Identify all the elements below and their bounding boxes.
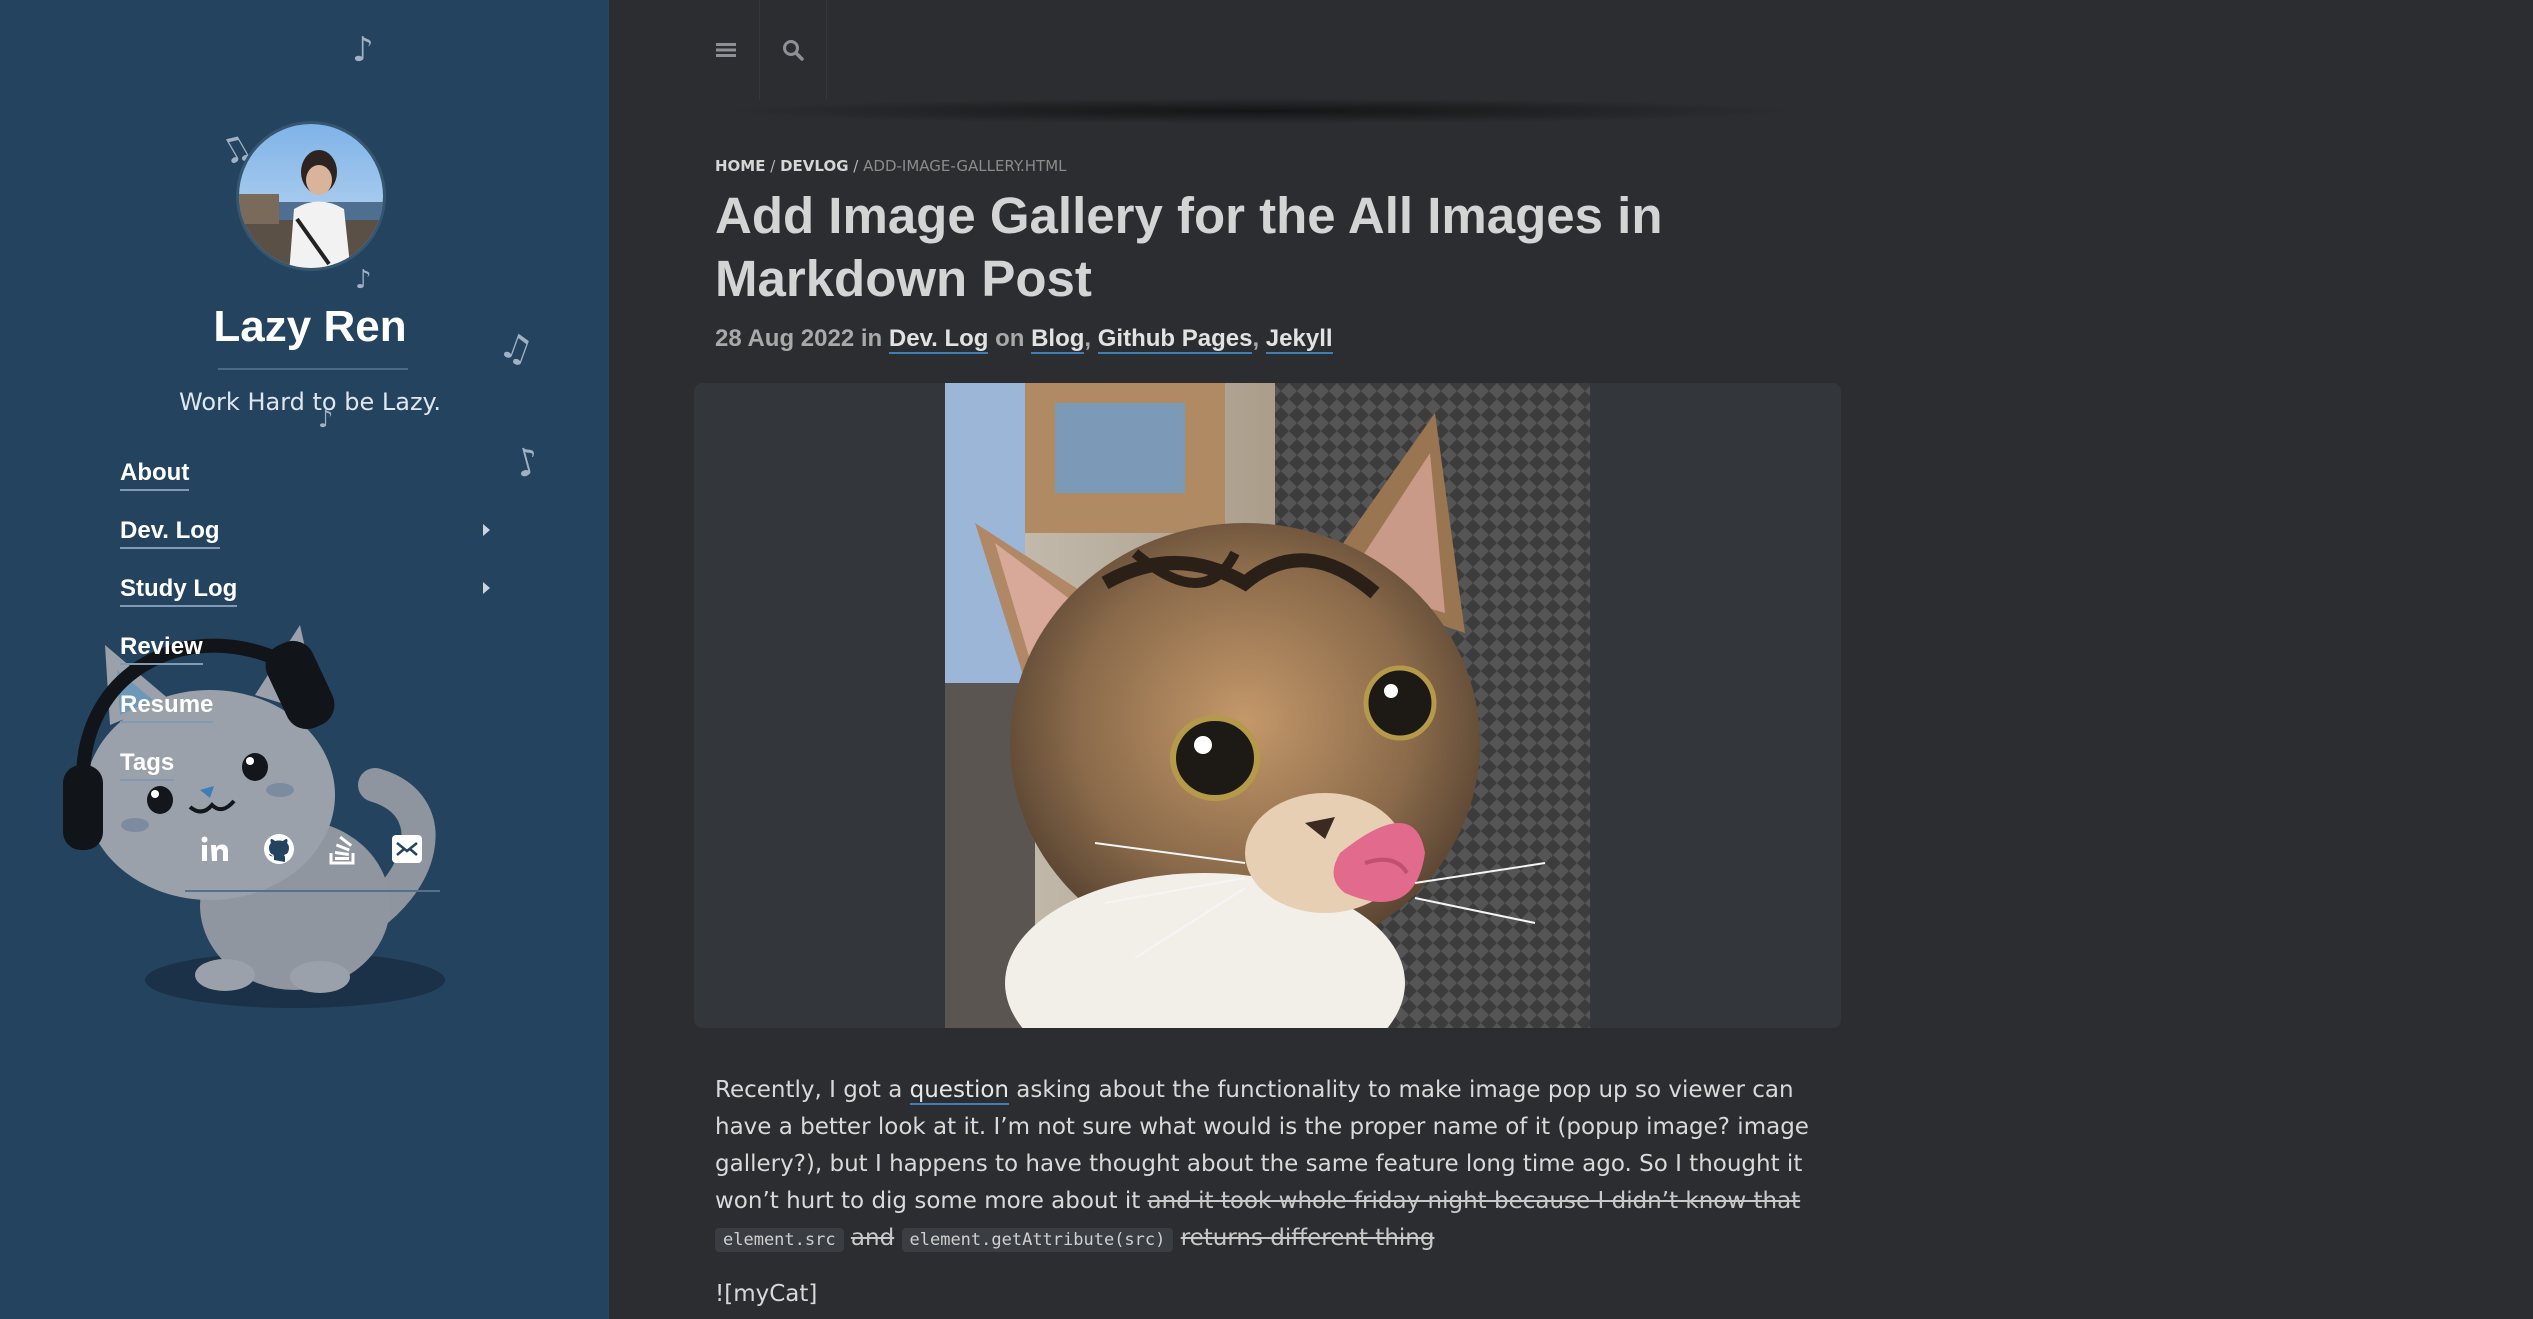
question-link[interactable]: question: [909, 1077, 1009, 1105]
sidebar-item-about[interactable]: About: [120, 446, 490, 504]
inline-code: element.getAttribute(src): [901, 1228, 1174, 1252]
strikethrough-text: and it took whole friday night because I…: [1147, 1188, 1801, 1214]
topbar-separator: [826, 0, 827, 100]
post-meta: 28 Aug 2022 in Dev. Log on Blog, Github …: [715, 325, 1333, 354]
sidebar-item-study-log[interactable]: Study Log: [120, 562, 490, 620]
avatar[interactable]: [236, 121, 386, 271]
search-icon: [783, 40, 804, 61]
tag-link-github-pages[interactable]: Github Pages: [1097, 325, 1253, 354]
strikethrough-text: returns different thing: [1180, 1225, 1435, 1251]
sidebar: ♪ ♫ ♪ ♫ ♪ ♪ Lazy Ren Work Hard to be Laz…: [0, 0, 609, 1319]
sidebar-item-label: Study Log: [120, 575, 238, 607]
post-paragraph: Recently, I got a question asking about …: [715, 1072, 1815, 1259]
inline-code: element.src: [715, 1228, 844, 1252]
title-divider: [218, 368, 408, 370]
tag-link-jekyll[interactable]: Jekyll: [1265, 325, 1333, 354]
music-note-icon: ♪: [352, 30, 374, 70]
sidebar-item-dev-log[interactable]: Dev. Log: [120, 504, 490, 562]
tag-separator: ,: [1084, 325, 1092, 352]
breadcrumb-separator: /: [853, 157, 859, 175]
social-links: [198, 832, 424, 866]
github-icon[interactable]: [262, 832, 296, 866]
site-tagline: Work Hard to be Lazy.: [179, 388, 441, 416]
music-note-icon: ♪: [355, 265, 372, 295]
sidebar-item-label: Review: [120, 633, 203, 665]
breadcrumb-home[interactable]: HOME: [715, 157, 765, 175]
breadcrumb: HOME / DEVLOG / ADD-IMAGE-GALLERY.HTML: [715, 157, 1067, 175]
sidebar-item-label: Resume: [120, 691, 214, 723]
tag-separator: ,: [1252, 325, 1260, 352]
music-note-icon: ♪: [509, 437, 545, 487]
page-title: Add Image Gallery for the All Images in …: [715, 187, 1663, 307]
site-title[interactable]: Lazy Ren: [0, 302, 609, 352]
post-date: 28 Aug 2022: [715, 325, 855, 352]
email-icon[interactable]: [390, 832, 424, 866]
social-divider: [185, 890, 440, 892]
paragraph-text: Recently, I got a: [715, 1077, 910, 1103]
sidebar-item-label: Tags: [120, 749, 175, 781]
cat-photo[interactable]: [945, 383, 1590, 1028]
avatar-photo: [239, 124, 383, 268]
sidebar-item-tags[interactable]: Tags: [120, 736, 490, 794]
sidebar-nav: About Dev. Log Study Log Review Resume T…: [120, 446, 490, 794]
topbar-shadow: [720, 98, 1800, 124]
menu-button[interactable]: [693, 0, 759, 100]
post-image-container: [694, 383, 1841, 1028]
breadcrumb-devlog[interactable]: DEVLOG: [780, 157, 848, 175]
top-bar: [609, 0, 2533, 100]
markdown-image-text: ![myCat]: [715, 1281, 818, 1307]
meta-on-word: on: [995, 325, 1025, 352]
linkedin-icon[interactable]: [198, 832, 232, 866]
hamburger-menu-icon: [716, 43, 736, 57]
breadcrumb-separator: /: [770, 157, 776, 175]
sidebar-item-resume[interactable]: Resume: [120, 678, 490, 736]
search-button[interactable]: [760, 0, 826, 100]
chevron-right-icon[interactable]: [483, 524, 490, 536]
sidebar-item-label: About: [120, 459, 190, 491]
category-link[interactable]: Dev. Log: [888, 325, 989, 354]
meta-in-word: in: [860, 325, 883, 352]
sidebar-item-review[interactable]: Review: [120, 620, 490, 678]
breadcrumb-current: ADD-IMAGE-GALLERY.HTML: [863, 157, 1067, 175]
strikethrough-text: and: [850, 1225, 895, 1251]
chevron-right-icon[interactable]: [483, 582, 490, 594]
sidebar-item-label: Dev. Log: [120, 517, 220, 549]
tag-link-blog[interactable]: Blog: [1031, 325, 1085, 354]
stackoverflow-icon[interactable]: [326, 832, 360, 866]
